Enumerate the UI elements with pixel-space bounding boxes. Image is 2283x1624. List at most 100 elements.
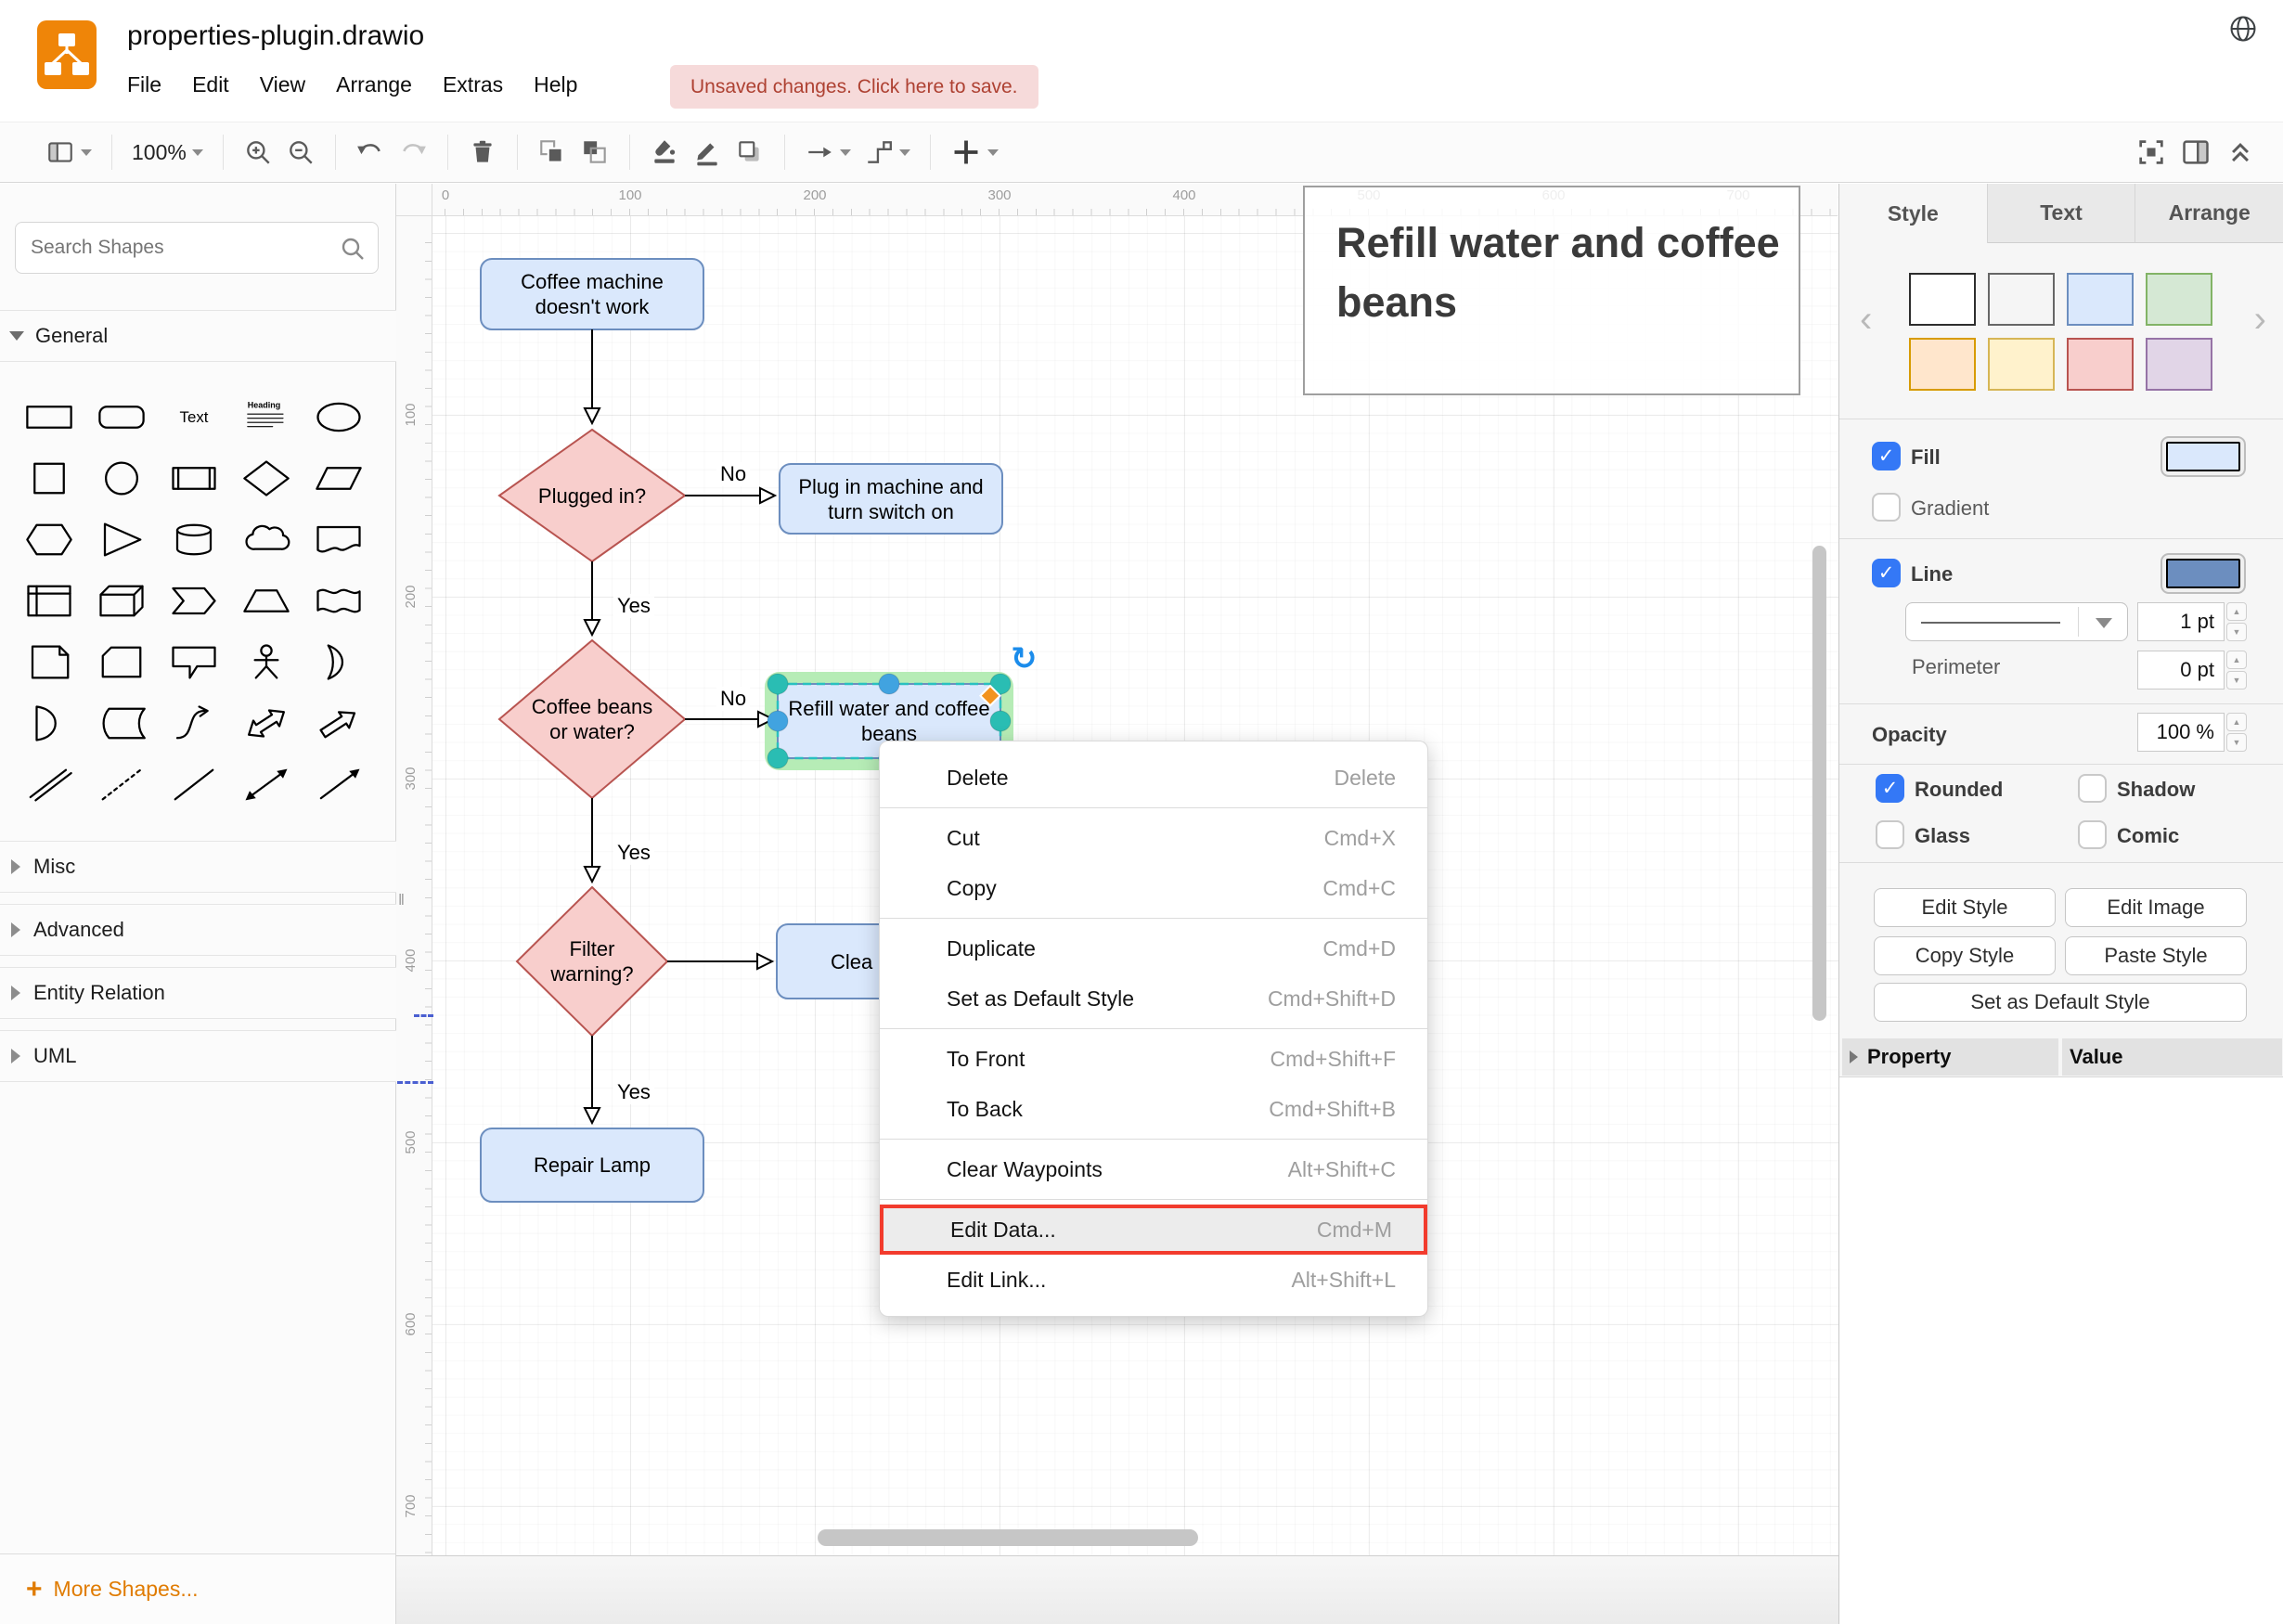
to-back-button[interactable] [574,130,616,174]
menu-item-cut[interactable]: CutCmd+X [880,813,1427,863]
shape-internal-storage[interactable] [13,570,85,631]
horizontal-scrollbar[interactable] [818,1529,1198,1546]
selection-handle[interactable] [767,674,788,694]
more-shapes-button[interactable]: + More Shapes... [0,1553,396,1624]
flow-node-plugged[interactable] [499,430,685,561]
shape-document[interactable] [303,509,375,570]
menu-view[interactable]: View [260,72,305,97]
menu-item-duplicate[interactable]: DuplicateCmd+D [880,923,1427,973]
glass-checkbox[interactable] [1876,820,1904,849]
sidebar-section-uml[interactable]: UML [0,1030,396,1082]
vertical-scrollbar[interactable] [1812,546,1826,1021]
style-swatch[interactable] [1988,273,2055,326]
sidebar-section-entity-relation[interactable]: Entity Relation [0,967,396,1019]
collapse-toolbar-button[interactable] [2218,130,2263,174]
opacity-input[interactable]: 100 % [2137,713,2225,752]
view-button[interactable] [39,130,98,174]
search-icon[interactable] [339,235,367,263]
shape-heading[interactable]: Heading [230,386,303,447]
shape-actor[interactable] [230,631,303,692]
zoom-out-button[interactable] [279,130,322,174]
shape-trapezoid[interactable] [230,570,303,631]
menu-item-to-back[interactable]: To BackCmd+Shift+B [880,1084,1427,1134]
gradient-checkbox[interactable] [1872,493,1901,522]
shape-callout[interactable] [158,631,230,692]
unsaved-changes-badge[interactable]: Unsaved changes. Click here to save. [670,65,1038,109]
menu-arrange[interactable]: Arrange [336,72,412,97]
style-swatch[interactable] [2067,338,2134,391]
delete-button[interactable] [461,130,504,174]
waypoints-button[interactable] [858,130,917,174]
insert-button[interactable] [944,130,1005,174]
zoom-level-button[interactable]: 100% [125,130,210,174]
flow-node-beans[interactable] [499,640,685,798]
perimeter-stepper[interactable]: ▲▼ [2226,651,2247,690]
menu-extras[interactable]: Extras [443,72,503,97]
shape-step[interactable] [158,570,230,631]
fit-page-button[interactable] [2129,130,2173,174]
line-color-swatch-button[interactable] [2160,553,2246,594]
shape-bidirectional-connector[interactable] [230,754,303,815]
opacity-stepper[interactable]: ▲▼ [2226,713,2247,752]
line-style-dropdown[interactable] [1905,602,2128,641]
copy-style-button[interactable]: Copy Style [1874,936,2056,975]
line-checkbox[interactable]: ✓ [1872,559,1901,587]
search-input[interactable] [16,223,378,273]
style-swatch[interactable] [2146,338,2212,391]
shape-triangle[interactable] [85,509,158,570]
tab-text[interactable]: Text [1988,184,2136,243]
shape-arrow[interactable] [303,692,375,754]
edit-style-button[interactable]: Edit Style [1874,888,2056,927]
comic-checkbox[interactable] [2078,820,2107,849]
shape-tape[interactable] [303,570,375,631]
set-default-style-button[interactable]: Set as Default Style [1874,983,2247,1022]
menu-item-to-front[interactable]: To FrontCmd+Shift+F [880,1034,1427,1084]
style-swatch[interactable] [1988,338,2055,391]
shape-card[interactable] [85,631,158,692]
edit-image-button[interactable]: Edit Image [2065,888,2247,927]
shape-rounded-rectangle[interactable] [85,386,158,447]
menu-file[interactable]: File [127,72,161,97]
value-column-header[interactable]: Value [2062,1038,2282,1076]
selection-handle[interactable] [767,748,788,768]
shape-text[interactable]: Text [158,386,230,447]
to-front-button[interactable] [531,130,574,174]
shape-parallelogram[interactable] [303,447,375,509]
language-globe-icon[interactable] [2227,13,2259,45]
shadow-button[interactable] [729,130,771,174]
tab-style[interactable]: Style [1839,184,1988,243]
fill-checkbox[interactable]: ✓ [1872,442,1901,470]
shape-and[interactable] [13,692,85,754]
menu-item-copy[interactable]: CopyCmd+C [880,863,1427,913]
flow-node-start[interactable] [481,259,703,329]
shape-hexagon[interactable] [13,509,85,570]
shape-note[interactable] [13,631,85,692]
swatch-prev-icon[interactable]: ‹ [1860,299,1872,341]
style-swatch[interactable] [1909,273,1976,326]
style-swatch[interactable] [1909,338,1976,391]
menu-item-set-as-default-style[interactable]: Set as Default StyleCmd+Shift+D [880,973,1427,1024]
fill-color-swatch-button[interactable] [2160,436,2246,477]
flow-node-repair[interactable] [481,1128,703,1202]
style-swatch[interactable] [2146,273,2212,326]
shape-line[interactable] [158,754,230,815]
shape-directional-connector[interactable] [303,754,375,815]
shape-cube[interactable] [85,570,158,631]
swatch-next-icon[interactable]: › [2254,299,2266,341]
menu-item-edit-data[interactable]: Edit Data...Cmd+M [880,1205,1427,1255]
shape-circle[interactable] [85,447,158,509]
line-color-button[interactable] [686,130,729,174]
rotate-handle-icon[interactable]: ↻ [1011,640,1038,677]
shape-square[interactable] [13,447,85,509]
property-column-header[interactable]: Property [1842,1038,2058,1076]
rounded-checkbox[interactable]: ✓ [1876,774,1904,803]
sidebar-section-misc[interactable]: Misc [0,841,396,893]
shape-cylinder[interactable] [158,509,230,570]
shape-diamond[interactable] [230,447,303,509]
undo-button[interactable] [349,130,392,174]
connection-button[interactable] [798,130,858,174]
menu-item-edit-link[interactable]: Edit Link...Alt+Shift+L [880,1255,1427,1305]
redo-button[interactable] [392,130,434,174]
format-panel-toggle-button[interactable] [2173,130,2218,174]
shape-process[interactable] [158,447,230,509]
